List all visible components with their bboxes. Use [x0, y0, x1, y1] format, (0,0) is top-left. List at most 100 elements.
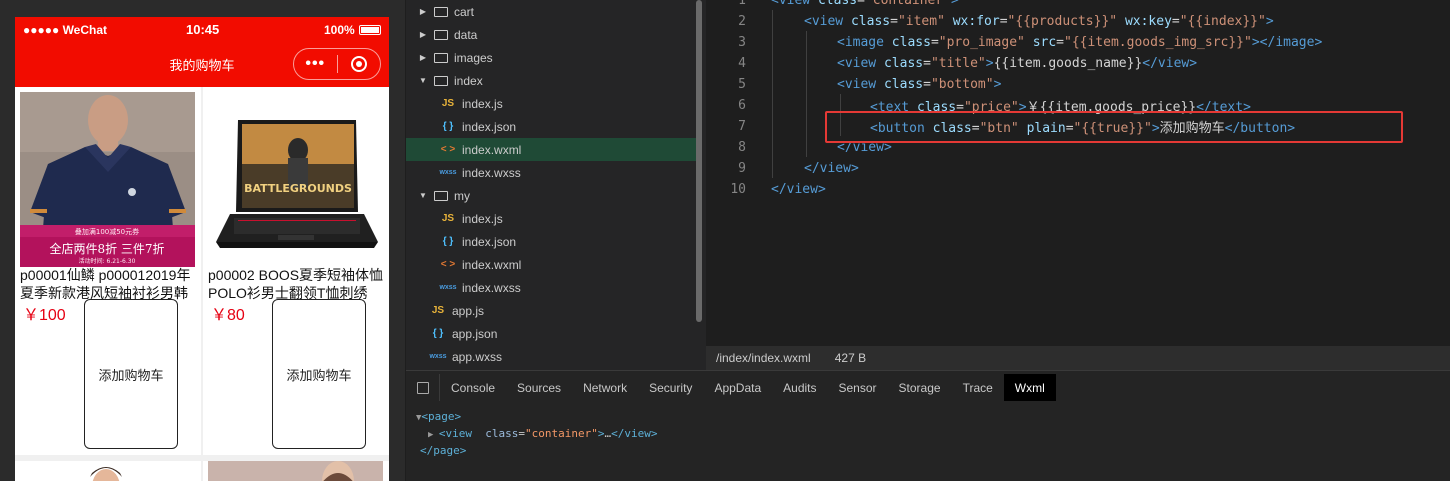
wxml-tree: ▼<page> ▶ <view class="container">…</vie… — [416, 409, 657, 458]
code-line[interactable]: 4 <view class="title">{{item.goods_name}}… — [706, 53, 1197, 74]
battery-percent: 100% — [324, 23, 355, 37]
tab-network[interactable]: Network — [572, 374, 638, 401]
code-line[interactable]: 1 <view class="container"> — [706, 0, 959, 11]
chevron-right-icon[interactable]: ▶ — [418, 53, 428, 62]
code-line[interactable]: 10 </view> — [706, 179, 826, 200]
file-item[interactable]: wxss index.wxss — [406, 161, 696, 184]
js-file-icon: JS — [441, 213, 455, 224]
json-file-icon: { } — [442, 236, 454, 247]
carrier-label: ●●●●● WeChat — [23, 23, 108, 37]
tree-item-label: data — [454, 27, 478, 42]
tree-item-label: app.js — [452, 303, 485, 318]
folder-item[interactable]: ▼ my — [406, 184, 696, 207]
battery-icon — [359, 25, 381, 35]
tree-item-label: index.js — [462, 96, 503, 111]
code-line[interactable]: 3 <image class="pro_image" src="{{item.go… — [706, 32, 1322, 53]
file-item[interactable]: JS index.js — [406, 207, 696, 230]
more-menu-button[interactable]: ••• — [294, 56, 337, 72]
tree-item-label: index.js — [462, 211, 503, 226]
file-item[interactable]: < > index.wxml — [406, 253, 696, 276]
folder-item[interactable]: ▼ index — [406, 69, 696, 92]
folder-item[interactable]: ▶ data — [406, 23, 696, 46]
tree-item-label: index.json — [462, 234, 517, 249]
tab-storage[interactable]: Storage — [888, 374, 952, 401]
chevron-right-icon[interactable]: ▶ — [418, 30, 428, 39]
add-to-cart-button[interactable]: 添加购物车 — [84, 299, 178, 449]
chevron-down-icon[interactable]: ▼ — [418, 76, 428, 85]
tab-sensor[interactable]: Sensor — [828, 374, 888, 401]
target-icon — [350, 56, 367, 72]
phone-status-bar: ●●●●● WeChat 10:45 100% — [15, 17, 389, 43]
tab-appdata[interactable]: AppData — [703, 374, 772, 401]
code-text: <view class="container"> — [771, 0, 959, 8]
add-to-cart-button[interactable]: 添加购物车 — [272, 299, 366, 449]
product-photo-partial — [90, 467, 122, 481]
code-line[interactable]: 2 <view class="item" wx:for="{{products}}… — [706, 11, 1273, 32]
tab-console[interactable]: Console — [440, 374, 506, 401]
code-editor[interactable]: 1 <view class="container"> 2 <view class="i… — [706, 0, 1450, 346]
line-number: 7 — [738, 119, 746, 134]
product-name: p00001仙鳞 p000012019年夏季新款港风短袖衬衫男韩版休... — [20, 267, 191, 301]
explorer-scrollbar[interactable] — [696, 0, 702, 322]
view-tag-name: view — [445, 427, 472, 440]
product-image[interactable]: BATTLEGROUNDS — [208, 92, 383, 267]
file-item[interactable]: { } index.json — [406, 115, 696, 138]
game-title-text: BATTLEGROUNDS — [244, 182, 352, 195]
product-card: BATTLEGROUNDS p00002 BOOS夏季短袖体恤POLO衫男士翻领… — [203, 87, 389, 455]
folder-open-icon — [434, 75, 448, 86]
code-text: <view class="title">{{item.goods_name}}<… — [837, 56, 1198, 71]
view-close-tag: </view> — [611, 427, 658, 440]
page-close-tag: </page> — [420, 444, 467, 457]
chevron-down-icon[interactable]: ▼ — [418, 191, 428, 200]
folder-item[interactable]: ▶ images — [406, 46, 696, 69]
file-item[interactable]: wxss app.wxss — [406, 345, 696, 368]
line-number: 9 — [738, 161, 746, 176]
inspect-element-button[interactable] — [406, 374, 440, 401]
dom-node-view[interactable]: ▶ <view class="container">…</view> — [416, 426, 657, 443]
tab-trace[interactable]: Trace — [952, 374, 1004, 401]
file-item[interactable]: < > index.wxml — [406, 138, 696, 161]
clock: 10:45 — [186, 22, 220, 37]
line-number: 3 — [738, 35, 746, 50]
tree-item-label: index.wxss — [462, 280, 521, 295]
folder-item[interactable]: ▶ cart — [406, 0, 696, 23]
code-line[interactable]: 5 <view class="bottom"> — [706, 74, 1001, 95]
folder-icon — [434, 52, 448, 63]
tree-item-label: my — [454, 188, 470, 203]
code-line[interactable]: 9 </view> — [706, 158, 859, 179]
product-card — [15, 461, 201, 481]
tree-item-label: index.wxml — [462, 142, 522, 157]
tree-item-label: index.wxml — [462, 257, 522, 272]
tab-audits[interactable]: Audits — [772, 374, 827, 401]
product-price: ￥100 — [23, 307, 66, 324]
product-image[interactable] — [208, 461, 383, 481]
product-card — [203, 461, 389, 481]
tree-item-label: app.json — [452, 326, 498, 341]
code-text: </view> — [771, 182, 826, 197]
line-number: 6 — [738, 98, 746, 113]
line-number: 2 — [738, 14, 746, 29]
product-image[interactable]: 叠加满100减50元券 全店两件8折 三件7折 活动时间: 6.21-6.30 — [20, 92, 195, 267]
close-miniprogram-button[interactable] — [337, 56, 380, 72]
file-item[interactable]: wxss index.wxss — [406, 276, 696, 299]
tree-item-label: cart — [454, 4, 475, 19]
tab-wxml[interactable]: Wxml — [1003, 374, 1056, 401]
file-item[interactable]: { } index.json — [406, 230, 696, 253]
expand-arrow-icon[interactable]: ▶ — [428, 430, 439, 440]
tab-security[interactable]: Security — [638, 374, 703, 401]
file-item[interactable]: JS index.js — [406, 92, 696, 115]
file-item[interactable]: JS app.js — [406, 299, 696, 322]
dom-node-page[interactable]: ▼<page> — [416, 409, 657, 426]
product-image[interactable] — [20, 461, 195, 481]
devtools-window: ●●●●● WeChat 10:45 100% 我的购物车 ••• 叠加满100… — [0, 0, 1450, 481]
code-text: </view> — [804, 161, 859, 176]
file-item[interactable]: { } app.json — [406, 322, 696, 345]
tab-sources[interactable]: Sources — [506, 374, 572, 401]
wxss-file-icon: wxss — [439, 169, 457, 176]
wxml-file-icon: < > — [440, 259, 456, 270]
debugger-tabs: Console Sources Network Security AppData Audi… — [406, 374, 1450, 401]
chevron-right-icon[interactable]: ▶ — [418, 7, 428, 16]
json-file-icon: { } — [442, 121, 454, 132]
dom-node-page-close[interactable]: </page> — [416, 443, 657, 458]
code-text: <image class="pro_image" src="{{item.goo… — [837, 35, 1323, 50]
